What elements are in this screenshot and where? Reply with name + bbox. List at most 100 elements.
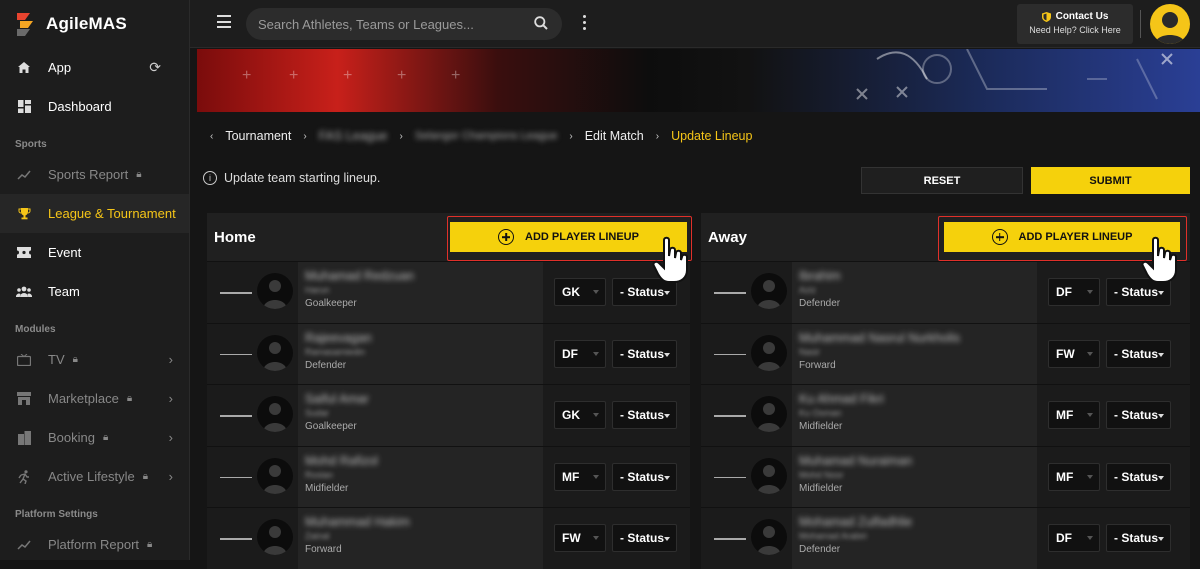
player-subname: Mohd Noor	[799, 469, 844, 480]
player-photo	[751, 457, 787, 494]
section-label-modules: Modules	[15, 324, 56, 335]
player-silhouette-icon	[757, 280, 781, 309]
player-subname: Ramasamiedin	[305, 346, 366, 357]
player-silhouette-icon	[757, 341, 781, 371]
avatar[interactable]	[1150, 4, 1190, 44]
section-label-sports: Sports	[15, 139, 47, 150]
caret-down-icon	[1087, 474, 1093, 479]
position-select[interactable]: DF	[554, 339, 606, 368]
position-select[interactable]: MF	[1048, 462, 1100, 491]
position-select-value: GK	[562, 285, 580, 299]
player-position: Midfielder	[799, 482, 843, 494]
drag-handle[interactable]	[220, 538, 252, 540]
player-position: Defender	[799, 544, 841, 555]
player-row: Muhamad Nuraiman Mohd Noor Midfielder MF - S…	[701, 445, 1190, 508]
player-subname: Mohamad Arabiri	[799, 531, 868, 541]
pointer-hand-icon	[652, 236, 688, 283]
agilemas-logo-icon	[17, 13, 33, 36]
search-input[interactable]	[258, 16, 518, 32]
breadcrumb-tournament[interactable]: Tournament	[225, 129, 291, 143]
breadcrumb-league[interactable]: FAS League	[319, 129, 388, 143]
status-select-value: - Status	[1114, 531, 1159, 545]
panel-title: Away	[708, 229, 747, 246]
sidebar-item-active-lifestyle[interactable]: Active Lifestyle 🔒︎ ›	[0, 457, 189, 496]
sidebar-item-platform-report[interactable]: Platform Report 🔒︎	[0, 525, 189, 564]
player-silhouette-icon	[757, 526, 781, 555]
status-select[interactable]: - Status	[612, 339, 677, 368]
drag-handle[interactable]	[220, 476, 252, 478]
position-select[interactable]: GK	[554, 278, 606, 306]
refresh-icon[interactable]: ⟳	[149, 59, 161, 76]
status-select[interactable]: - Status	[612, 462, 677, 491]
player-photo	[257, 396, 293, 432]
sidebar-item-event[interactable]: Event	[0, 233, 189, 272]
caret-down-icon	[1087, 351, 1093, 356]
sidebar-item-team[interactable]: Team	[0, 272, 189, 311]
status-select-value: - Status	[1114, 408, 1159, 422]
position-select[interactable]: DF	[1048, 524, 1100, 552]
caret-down-icon	[1158, 352, 1164, 357]
submit-button[interactable]: SUBMIT	[1031, 167, 1190, 194]
search-box[interactable]	[246, 8, 562, 40]
sidebar-item-sports-report[interactable]: Sports Report 🔒︎	[0, 155, 189, 194]
player-name: Muhammad Hakim	[305, 515, 410, 529]
sidebar-item-label: Marketplace	[48, 391, 119, 406]
more-options-icon[interactable]	[583, 15, 586, 30]
status-select-value: - Status	[1114, 285, 1159, 299]
position-select[interactable]: MF	[1048, 401, 1100, 429]
position-select[interactable]: GK	[554, 401, 606, 429]
player-row: Mohd Rafizol Roslan Midfielder MF - Status	[207, 445, 690, 508]
status-select[interactable]: - Status	[1106, 462, 1171, 491]
caret-down-icon	[593, 413, 599, 417]
status-select[interactable]: - Status	[1106, 524, 1171, 552]
player-name: Muhammad Nasrul Nurkholis	[799, 330, 961, 345]
position-select-value: MF	[1056, 469, 1074, 484]
status-select[interactable]: - Status	[1106, 339, 1171, 368]
status-select[interactable]: - Status	[612, 524, 677, 552]
away-lineup-panel: Away ADD PLAYER LINEUP Ibrahim Aziz Defend…	[701, 213, 1190, 569]
drag-handle[interactable]	[714, 353, 746, 355]
player-subname: Harun	[305, 285, 330, 295]
sidebar-item-tv[interactable]: TV 🔒︎ ›	[0, 340, 189, 379]
position-select[interactable]: FW	[1048, 339, 1100, 368]
status-select[interactable]: - Status	[1106, 401, 1171, 429]
sidebar-item-league-tournament[interactable]: League & Tournament	[0, 194, 189, 233]
drag-handle[interactable]	[714, 415, 746, 417]
status-select[interactable]: - Status	[612, 401, 677, 429]
sidebar-item-dashboard[interactable]: Dashboard	[0, 87, 189, 126]
drag-handle[interactable]	[220, 353, 252, 355]
player-row: Ibrahim Aziz Defender DF - Status	[701, 261, 1190, 323]
drag-handle[interactable]	[714, 292, 746, 294]
chevron-left-icon[interactable]: ‹	[210, 131, 213, 142]
breadcrumb-edit-match[interactable]: Edit Match	[585, 129, 644, 143]
sidebar-item-label: League & Tournament	[48, 206, 176, 221]
caret-down-icon	[1087, 536, 1093, 540]
drag-handle[interactable]	[220, 415, 252, 417]
drag-handle[interactable]	[220, 292, 252, 294]
breadcrumb-competition[interactable]: Selangor Champions League	[415, 130, 558, 142]
drag-handle[interactable]	[714, 476, 746, 478]
sidebar-item-label: Event	[48, 245, 82, 260]
sidebar-item-app[interactable]: App ⟳	[0, 48, 189, 87]
lock-icon: 🔒︎	[136, 169, 142, 180]
reset-button[interactable]: RESET	[861, 167, 1023, 194]
search-icon[interactable]	[534, 16, 548, 30]
player-info: Ku Ahmad Fikri Ku Osman Midfielder	[792, 385, 1037, 446]
logo[interactable]: AgileMAS	[0, 0, 189, 48]
sidebar-item-label: App	[48, 60, 72, 75]
contact-us-button[interactable]: Contact Us Need Help? Click Here	[1017, 4, 1133, 44]
hamburger-menu-icon[interactable]	[217, 15, 231, 28]
position-select[interactable]: MF	[554, 462, 606, 491]
position-select[interactable]: FW	[554, 524, 606, 552]
chevron-right-icon: ›	[168, 469, 173, 484]
position-select[interactable]: DF	[1048, 278, 1100, 306]
player-silhouette-icon	[263, 526, 287, 555]
drag-handle[interactable]	[714, 538, 746, 540]
sidebar-item-label: Platform Report	[48, 537, 140, 552]
sidebar-item-booking[interactable]: Booking 🔒︎ ›	[0, 418, 189, 457]
chevron-right-icon: ›	[168, 430, 173, 445]
caret-down-icon	[664, 291, 670, 295]
sidebar-item-marketplace[interactable]: Marketplace 🔒︎ ›	[0, 379, 189, 418]
caret-down-icon	[593, 290, 599, 294]
player-photo	[751, 396, 787, 432]
